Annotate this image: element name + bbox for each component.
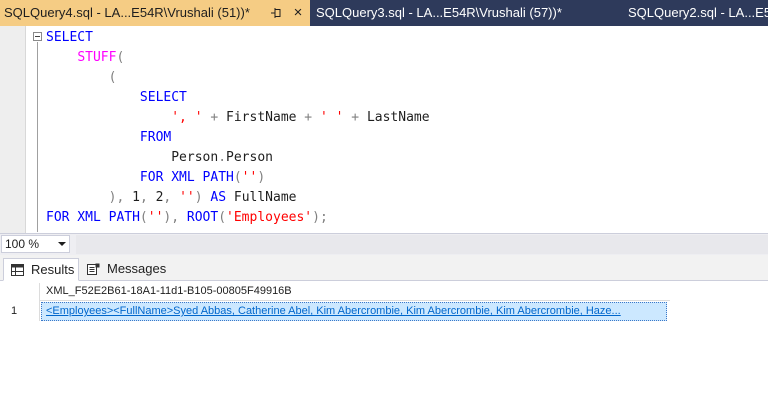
code-token: '' bbox=[147, 210, 164, 225]
results-tab-strip: Results Messages bbox=[0, 255, 768, 281]
row-number-divider bbox=[39, 283, 40, 321]
row-number[interactable]: 1 bbox=[4, 302, 39, 321]
code-token: '' bbox=[179, 190, 195, 205]
code-token: , bbox=[163, 190, 180, 205]
code-token: LastName bbox=[366, 110, 430, 125]
editor-status-bar: 100 % bbox=[0, 233, 768, 255]
zoom-dropdown[interactable]: 100 % bbox=[1, 235, 70, 253]
code-line[interactable]: ), 1, 2, '') AS FullName bbox=[46, 188, 430, 208]
close-tab-icon[interactable]: × bbox=[291, 0, 305, 26]
code-token: FOR XML PATH bbox=[46, 210, 140, 225]
code-token: . bbox=[218, 150, 227, 165]
tab-label: SQLQuery2.sql - LA...E54R\Vrushali (56))… bbox=[628, 5, 768, 20]
code-token: ROOT bbox=[186, 210, 219, 225]
code-line[interactable]: ', ' + FirstName + ' ' + LastName bbox=[46, 108, 430, 128]
code-token: ( bbox=[233, 170, 242, 185]
code-line[interactable]: SELECT bbox=[46, 28, 430, 48]
code-token: Person bbox=[226, 150, 273, 165]
code-token: ), bbox=[108, 190, 133, 205]
code-token: ( bbox=[218, 210, 227, 225]
pin-icon[interactable] bbox=[267, 0, 283, 26]
code-token: ) bbox=[194, 190, 211, 205]
code-token: ) bbox=[257, 170, 266, 185]
code-token: STUFF bbox=[77, 50, 117, 65]
tab-sqlquery4[interactable]: SQLQuery4.sql - LA...E54R\Vrushali (51))… bbox=[0, 0, 310, 26]
code-line[interactable]: ( bbox=[46, 68, 430, 88]
code-token: 'Employees' bbox=[226, 210, 313, 225]
code-token: AS bbox=[210, 190, 227, 205]
code-token: 1 bbox=[132, 190, 140, 205]
code-token: ( bbox=[139, 210, 148, 225]
code-token: ), bbox=[163, 210, 187, 225]
code-token: Person bbox=[171, 150, 219, 165]
tab-sqlquery3[interactable]: SQLQuery3.sql - LA...E54R\Vrushali (57))… bbox=[312, 0, 618, 26]
code-line[interactable]: STUFF( bbox=[46, 48, 430, 68]
tab-label: SQLQuery3.sql - LA...E54R\Vrushali (57))… bbox=[316, 5, 562, 20]
document-tab-strip: SQLQuery4.sql - LA...E54R\Vrushali (51))… bbox=[0, 0, 768, 26]
tab-results-label: Results bbox=[31, 262, 75, 277]
code-line[interactable]: Person.Person bbox=[46, 148, 430, 168]
code-token: , bbox=[139, 190, 156, 205]
code-token: SELECT bbox=[139, 90, 187, 105]
column-header[interactable]: XML_F52E2B61-18A1-11d1-B105-00805F49916B bbox=[40, 283, 670, 301]
tab-sqlquery2[interactable]: SQLQuery2.sql - LA...E54R\Vrushali (56))… bbox=[624, 0, 768, 26]
code-token: FROM bbox=[139, 130, 172, 145]
code-token: ( bbox=[108, 70, 117, 85]
code-token: FOR XML PATH bbox=[139, 170, 234, 185]
code-line[interactable]: FOR XML PATH(''), ROOT('Employees'); bbox=[46, 208, 430, 228]
fold-guide-line bbox=[37, 42, 38, 232]
tab-messages-label: Messages bbox=[107, 261, 167, 276]
code-token: '' bbox=[241, 170, 258, 185]
collapse-region-icon[interactable] bbox=[33, 32, 42, 41]
code-token: ); bbox=[312, 210, 328, 225]
grid-icon bbox=[11, 264, 24, 276]
code-token: SELECT bbox=[46, 30, 93, 45]
tab-label: SQLQuery4.sql - LA...E54R\Vrushali (51))… bbox=[4, 5, 250, 20]
sql-code[interactable]: SELECT STUFF( ( SELECT ', ' + FirstName … bbox=[46, 28, 430, 228]
code-token: FullName bbox=[226, 190, 297, 205]
query-editor[interactable]: SELECT STUFF( ( SELECT ', ' + FirstName … bbox=[0, 26, 768, 233]
code-line[interactable]: FROM bbox=[46, 128, 430, 148]
zoom-value: 100 % bbox=[5, 237, 40, 251]
code-line[interactable]: FOR XML PATH('') bbox=[46, 168, 430, 188]
chevron-down-icon bbox=[58, 242, 66, 246]
results-pane: Results Messages XML_F52E2B61-18A1-11d1-… bbox=[0, 255, 768, 406]
code-line[interactable]: SELECT bbox=[46, 88, 430, 108]
results-grid: XML_F52E2B61-18A1-11d1-B105-00805F49916B… bbox=[4, 283, 768, 406]
gutter-divider bbox=[25, 26, 26, 233]
code-token: + bbox=[202, 110, 227, 125]
code-token: + bbox=[296, 110, 320, 125]
code-token: + bbox=[343, 110, 367, 125]
xml-result-link[interactable]: <Employees><FullName>Syed Abbas, Catheri… bbox=[41, 302, 667, 321]
code-token: ', ' bbox=[171, 110, 203, 125]
tab-results[interactable]: Results bbox=[3, 258, 79, 281]
code-token: FirstName bbox=[226, 110, 297, 125]
messages-icon bbox=[87, 263, 100, 275]
horizontal-scrollbar[interactable] bbox=[76, 235, 768, 254]
code-token: ' ' bbox=[319, 110, 344, 125]
editor-gutter bbox=[0, 26, 26, 233]
tab-messages[interactable]: Messages bbox=[80, 258, 168, 281]
code-token: ( bbox=[116, 50, 125, 65]
